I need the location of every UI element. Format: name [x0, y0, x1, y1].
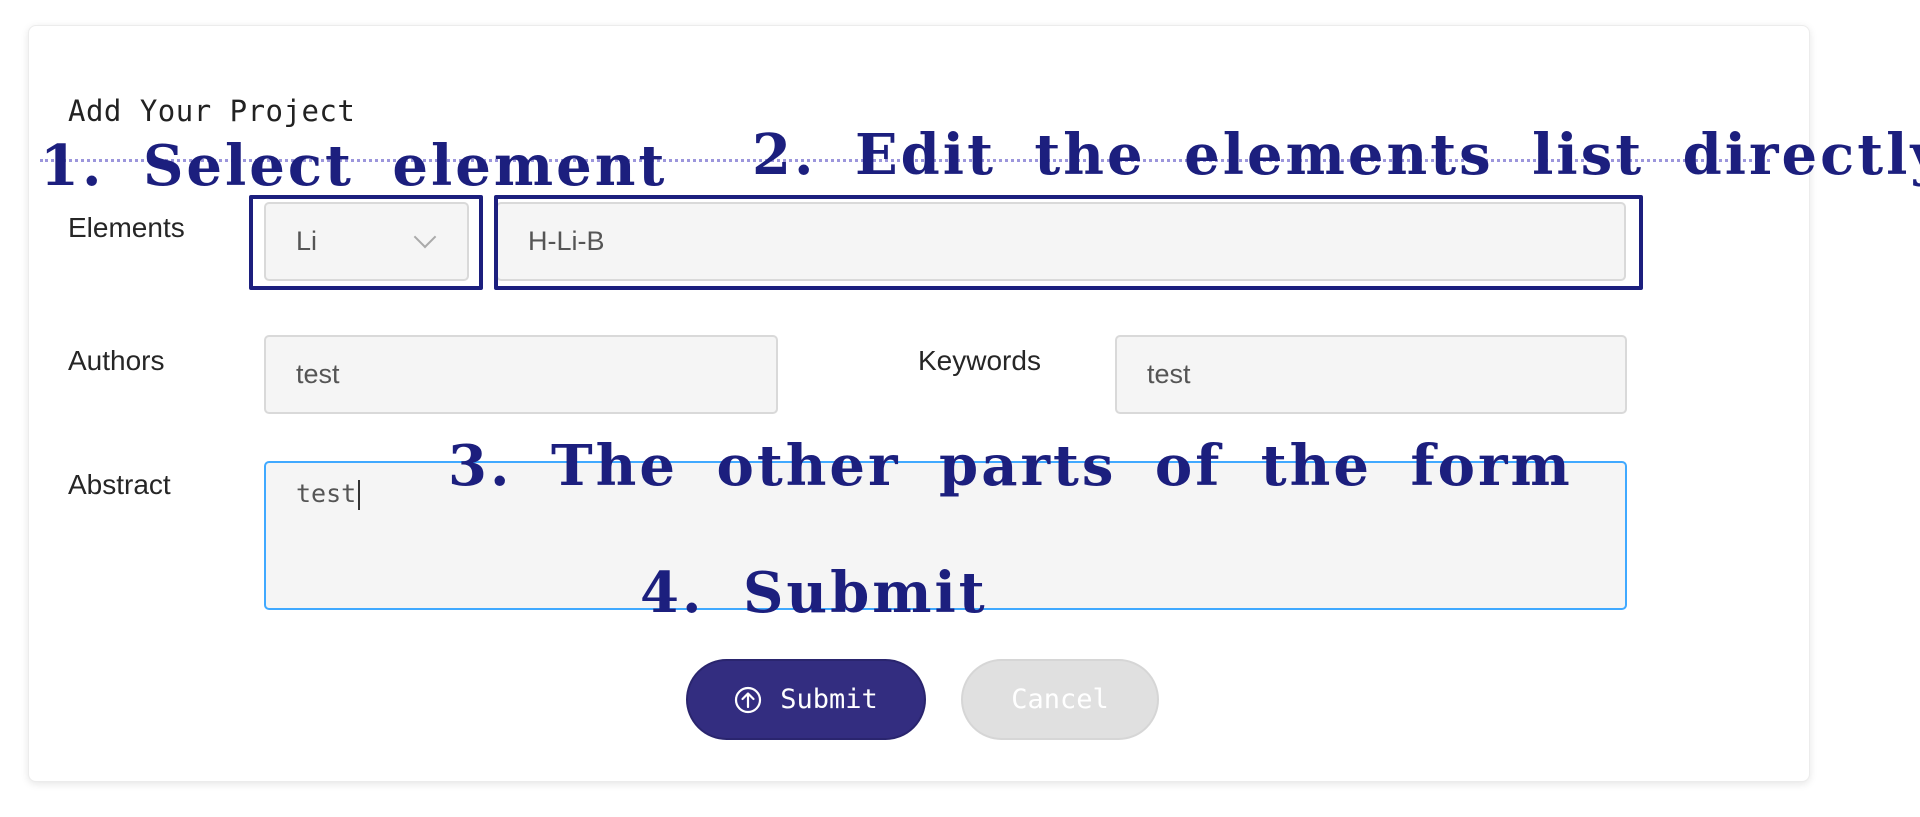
annotation-step2: 2. Edit the elements list directly [752, 122, 1920, 188]
keywords-input[interactable]: test [1115, 335, 1627, 414]
upload-arrow-icon [734, 686, 762, 714]
abstract-text: test [296, 479, 357, 508]
cancel-button[interactable]: Cancel [961, 659, 1159, 740]
annotation-step3: 3. The other parts of the form [448, 433, 1573, 499]
elements-list-highlight [494, 195, 1643, 290]
submit-button[interactable]: Submit [686, 659, 926, 740]
keywords-label: Keywords [918, 345, 1041, 376]
abstract-label: Abstract [68, 469, 171, 500]
authors-input[interactable]: test [264, 335, 778, 414]
form-title: Add Your Project [68, 94, 356, 128]
annotation-step1: 1. Select element [40, 133, 668, 199]
text-caret [358, 480, 361, 510]
authors-label: Authors [68, 345, 165, 376]
elements-label: Elements [68, 212, 185, 243]
annotation-step4: 4. Submit [640, 560, 988, 626]
submit-button-label: Submit [780, 684, 878, 715]
element-select-highlight [249, 195, 483, 290]
